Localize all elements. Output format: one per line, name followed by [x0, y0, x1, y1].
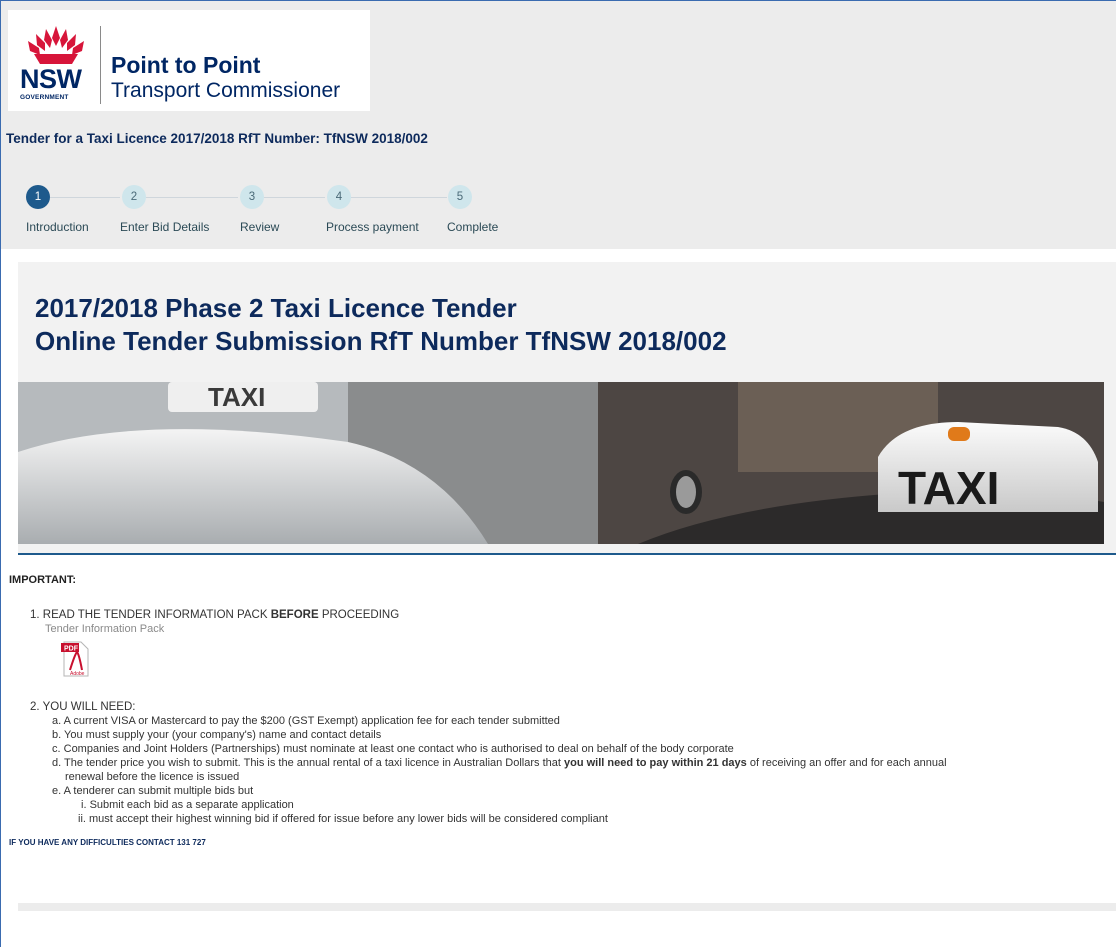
- list-item-marker: e.: [52, 785, 62, 797]
- taxi-sign-left: TAXI: [208, 382, 265, 412]
- list-item-c: c. Companies and Joint Holders (Partners…: [52, 742, 734, 756]
- list-item-text: of receiving an offer and for each annua…: [746, 757, 947, 769]
- contact-line: IF YOU HAVE ANY DIFFICULTIES CONTACT 131…: [9, 838, 206, 847]
- footer-bar: [18, 903, 1116, 911]
- item-1-text-bold: BEFORE: [270, 609, 319, 621]
- step-2-circle[interactable]: 2: [122, 185, 146, 209]
- list-item-text: Submit each bid as a separate applicatio…: [89, 799, 294, 811]
- list-item-text: must accept their highest winning bid if…: [89, 813, 608, 825]
- pdf-icon[interactable]: PDF Adobe: [61, 640, 89, 678]
- waratah-icon: [28, 26, 84, 64]
- list-item-marker: i.: [81, 799, 87, 811]
- list-item-i: i. Submit each bid as a separate applica…: [81, 798, 294, 812]
- section-divider: [18, 553, 1116, 555]
- list-item-text: Companies and Joint Holders (Partnership…: [63, 743, 734, 755]
- list-item-d: d. The tender price you wish to submit. …: [52, 756, 1102, 770]
- list-item-a: a. A current VISA or Mastercard to pay t…: [52, 714, 560, 728]
- adobe-label: Adobe: [70, 671, 85, 677]
- item-1: 1. READ THE TENDER INFORMATION PACK BEFO…: [30, 608, 399, 622]
- step-4-label[interactable]: Process payment: [326, 220, 419, 234]
- tender-information-pack-link[interactable]: Tender Information Pack: [45, 623, 164, 635]
- list-item-bold: you will need to pay within 21 days: [564, 757, 747, 769]
- step-2-label[interactable]: Enter Bid Details: [120, 220, 209, 234]
- important-label: IMPORTANT:: [9, 574, 77, 586]
- step-connector: [351, 197, 447, 198]
- step-3-label[interactable]: Review: [240, 220, 279, 234]
- list-item-marker: a.: [52, 715, 62, 727]
- page-heading-line2: Online Tender Submission RfT Number TfNS…: [35, 326, 727, 356]
- list-item-text: You must supply your (your company's) na…: [64, 729, 382, 741]
- nsw-wordmark: NSW: [20, 64, 82, 94]
- step-connector: [50, 197, 120, 198]
- item-1-text-before: READ THE TENDER INFORMATION PACK: [42, 609, 271, 621]
- step-1-circle[interactable]: 1: [26, 185, 50, 209]
- list-item-text: The tender price you wish to submit. Thi…: [64, 757, 564, 769]
- logo[interactable]: NSW GOVERNMENT Point to Point Transport …: [8, 10, 370, 111]
- progress-steps: 1 2 3 4 5 Introduction Enter Bid Details…: [0, 184, 560, 244]
- list-item-marker: d.: [52, 757, 62, 769]
- step-5-circle[interactable]: 5: [448, 185, 472, 209]
- item-2-heading: YOU WILL NEED:: [42, 701, 136, 713]
- item-2: 2. YOU WILL NEED:: [30, 700, 135, 714]
- taxi-banner-graphic: TAXI TAXI: [18, 382, 1104, 544]
- page-heading-line1: 2017/2018 Phase 2 Taxi Licence Tender: [35, 293, 517, 323]
- list-item-marker: ii.: [78, 813, 86, 825]
- list-item-marker: b.: [52, 729, 62, 741]
- taxi-banner-image: TAXI TAXI: [18, 382, 1104, 544]
- tender-title: Tender for a Taxi Licence 2017/2018 RfT …: [6, 131, 428, 146]
- brand-subtitle: Transport Commissioner: [111, 79, 341, 102]
- brand-title: Point to Point: [111, 52, 261, 78]
- step-4-circle[interactable]: 4: [327, 185, 351, 209]
- list-item-text: A tenderer can submit multiple bids but: [63, 785, 254, 797]
- list-item-e: e. A tenderer can submit multiple bids b…: [52, 784, 253, 798]
- item-2-number: 2.: [30, 701, 40, 713]
- taxi-sign-right: TAXI: [898, 462, 999, 514]
- step-3-circle[interactable]: 3: [240, 185, 264, 209]
- list-item-ii: ii. must accept their highest winning bi…: [78, 812, 608, 826]
- list-item-marker: c.: [52, 743, 61, 755]
- government-wordmark: GOVERNMENT: [20, 94, 69, 101]
- item-1-text-after: PROCEEDING: [318, 609, 400, 621]
- step-1-label[interactable]: Introduction: [26, 220, 89, 234]
- step-connector: [146, 197, 238, 198]
- step-connector: [264, 197, 325, 198]
- list-item-d-continued: renewal before the licence is issued: [65, 771, 240, 783]
- list-item-text: A current VISA or Mastercard to pay the …: [63, 715, 560, 727]
- item-1-number: 1.: [30, 609, 40, 621]
- step-5-label[interactable]: Complete: [447, 220, 498, 234]
- logo-divider: [100, 26, 101, 104]
- list-item-b: b. You must supply your (your company's)…: [52, 728, 381, 742]
